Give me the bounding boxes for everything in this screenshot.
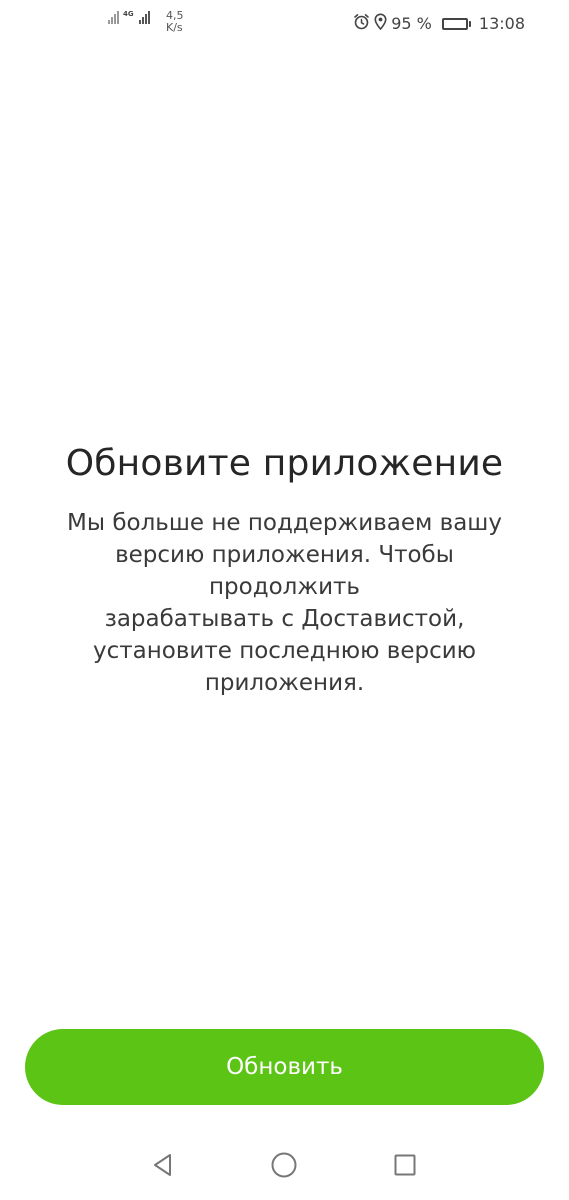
status-bar: 4G 4,5 K/s 95 % 13:08 — [0, 0, 569, 48]
alarm-icon — [353, 13, 370, 34]
update-description: Мы больше не поддерживаем вашу версию пр… — [40, 507, 529, 699]
description-line: приложения. — [204, 670, 365, 696]
page-title: Обновите приложение — [65, 443, 504, 484]
speed-unit: K/s — [166, 21, 183, 34]
system-nav-bar — [0, 1136, 569, 1194]
description-line: установите последнюю версию — [92, 638, 477, 664]
signal-icon-sim2 — [138, 10, 150, 24]
recents-icon[interactable] — [390, 1150, 420, 1180]
network-speed: 4,5 K/s — [166, 10, 184, 34]
battery-percent: 95 % — [391, 14, 432, 33]
update-button-label: Обновить — [226, 1054, 343, 1080]
status-right: 95 % 13:08 — [353, 13, 525, 34]
battery-icon — [441, 17, 471, 30]
network-type: 4G — [123, 10, 134, 18]
location-icon — [374, 13, 387, 34]
signal-group: 4G — [108, 10, 150, 24]
back-icon[interactable] — [148, 1150, 178, 1180]
clock: 13:08 — [478, 14, 525, 33]
update-button[interactable]: Обновить — [25, 1029, 544, 1105]
description-line: Мы больше не поддерживаем вашу — [67, 510, 502, 536]
signal-icon — [108, 10, 119, 24]
description-line: версию приложения. Чтобы продолжить — [115, 542, 454, 600]
home-icon[interactable] — [269, 1150, 299, 1180]
description-line: зарабатывать с Доставистой, — [104, 606, 465, 632]
